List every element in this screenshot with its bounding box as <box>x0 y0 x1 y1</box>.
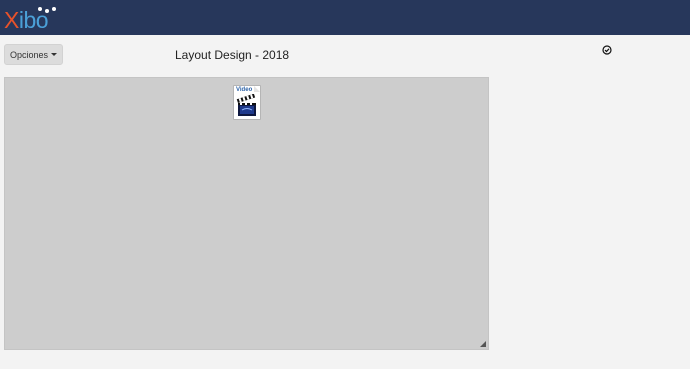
video-widget[interactable]: Video <box>233 85 261 120</box>
options-button-label: Opciones <box>9 49 49 60</box>
widget-label: Video <box>236 87 253 93</box>
check-circle-icon[interactable] <box>602 45 612 55</box>
clapperboard-icon <box>236 94 256 116</box>
xibo-logo[interactable]: Xibo <box>4 5 56 33</box>
layout-title: Layout Design - 2018 <box>175 48 290 62</box>
logo-letters-ibo: ibo <box>18 7 49 33</box>
caret-down-icon <box>51 53 58 56</box>
layout-canvas[interactable]: Video <box>4 77 489 350</box>
logo-letter-x: X <box>4 7 19 33</box>
options-dropdown-button[interactable]: Opciones <box>4 44 63 65</box>
page-fold-icon <box>254 86 260 92</box>
logo-text: Xibo <box>4 7 49 33</box>
top-navbar: Xibo <box>0 0 690 35</box>
resize-handle-icon[interactable] <box>480 341 486 347</box>
